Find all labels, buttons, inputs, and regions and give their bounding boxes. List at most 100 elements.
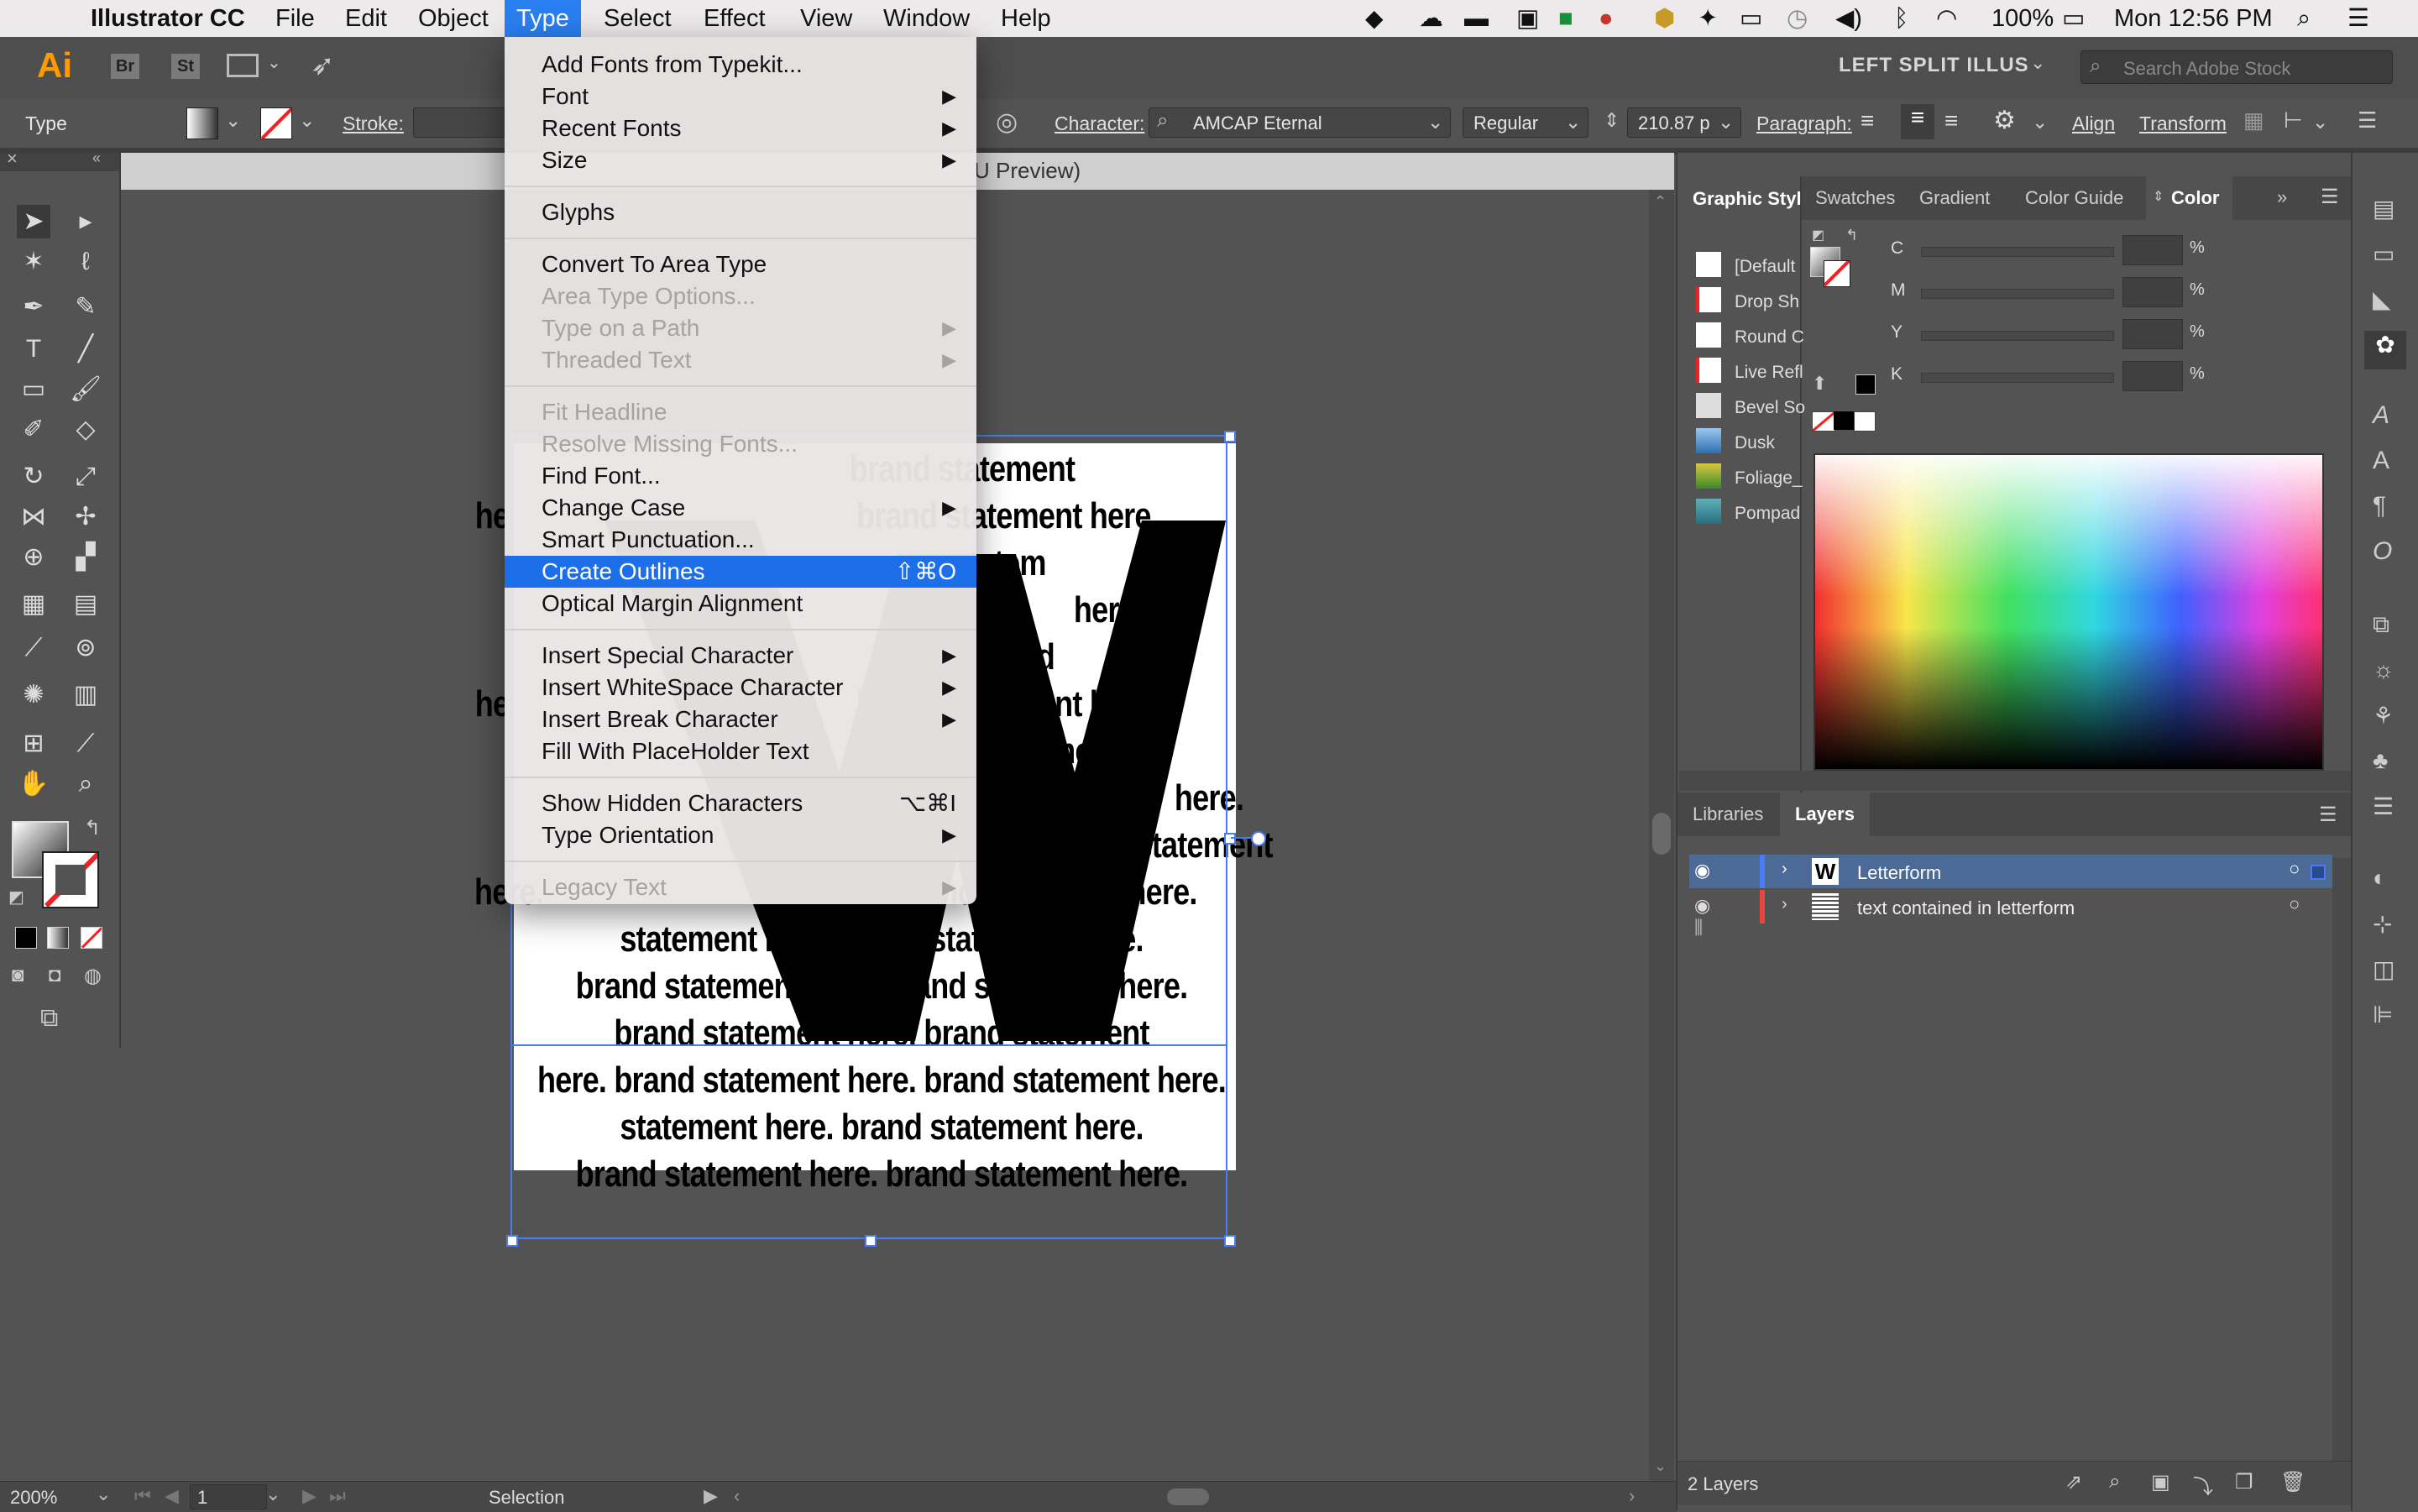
out-of-gamut-icon[interactable]: ⬆: [1812, 373, 1827, 395]
more-options-icon[interactable]: ⊢: [2284, 107, 2303, 133]
menu-item-add-fonts-from-typekit[interactable]: Add Fonts from Typekit...: [505, 49, 976, 81]
airplay-icon[interactable]: ▭: [1740, 4, 1762, 33]
width-tool-icon[interactable]: ⋈: [17, 500, 50, 534]
new-layer-icon[interactable]: ❐: [2235, 1470, 2253, 1494]
zoom-tool-icon[interactable]: ⌕: [69, 767, 102, 801]
rotation-handle[interactable]: [1251, 831, 1266, 846]
menu-item-insert-whitespace-character[interactable]: Insert WhiteSpace Character ▶: [505, 672, 976, 704]
menu-item-fill-with-placeholder-text[interactable]: Fill With PlaceHolder Text: [505, 735, 976, 767]
stroke-label[interactable]: Stroke:: [343, 112, 404, 135]
align-right-icon[interactable]: ≡: [1944, 107, 1958, 134]
value-field-y[interactable]: [2122, 319, 2183, 349]
font-style-chevron-icon[interactable]: ⌄: [1565, 111, 1581, 133]
clock[interactable]: Mon 12:56 PM: [2114, 4, 2273, 33]
selection-tool-icon[interactable]: ➤: [17, 205, 50, 238]
mesh-tool-icon[interactable]: ▦: [17, 588, 50, 621]
paragraph-label[interactable]: Paragraph:: [1756, 112, 1852, 135]
rotate-tool-icon[interactable]: ↻: [17, 460, 50, 494]
eraser-tool-icon[interactable]: ◇: [69, 413, 102, 447]
close-icon[interactable]: ×: [7, 148, 18, 170]
character-styles-icon[interactable]: A: [2373, 401, 2389, 430]
layer-name[interactable]: Letterform: [1857, 862, 1941, 884]
menu-edit[interactable]: Edit: [345, 4, 387, 33]
trash-icon[interactable]: 🗑: [2280, 1470, 2305, 1494]
align-left-icon[interactable]: ≡: [1861, 107, 1874, 134]
make-clipping-mask-icon[interactable]: ▣: [2151, 1470, 2170, 1494]
lock-icon[interactable]: ▣: [1516, 4, 1539, 33]
cloud-icon[interactable]: ☁: [1419, 4, 1443, 33]
evernote-elephant-icon[interactable]: ✦: [1698, 4, 1718, 33]
style-thumbnail[interactable]: [1696, 463, 1721, 489]
expand-chevron-icon[interactable]: ›: [1782, 860, 1787, 879]
next-artboard-icon[interactable]: ▶: [302, 1485, 317, 1507]
value-field-k[interactable]: [2122, 361, 2183, 391]
type-tool-icon[interactable]: T: [17, 332, 50, 366]
draw-behind-icon[interactable]: ◘: [49, 964, 61, 987]
menu-item-glyphs[interactable]: Glyphs: [505, 196, 976, 228]
style-thumbnail[interactable]: [1696, 393, 1721, 418]
menu-item-insert-break-character[interactable]: Insert Break Character ▶: [505, 704, 976, 735]
eyedropper-tool-icon[interactable]: ⟋: [17, 631, 50, 665]
draw-normal-icon[interactable]: ◙: [12, 964, 24, 987]
screen-mode-icon[interactable]: ⧉: [40, 1004, 58, 1033]
paragraph-icon[interactable]: ¶: [2373, 492, 2386, 521]
align-center-icon[interactable]: ≡: [1901, 104, 1934, 139]
fill-swatch[interactable]: [186, 107, 218, 139]
menu-type[interactable]: Type: [505, 0, 581, 37]
value-field-m[interactable]: [2122, 277, 2183, 307]
column-graph-tool-icon[interactable]: ▥: [69, 678, 102, 712]
bounding-handle[interactable]: [865, 1235, 877, 1247]
style-item[interactable]: Pompad: [1735, 504, 1800, 524]
menu-item-show-hidden-characters[interactable]: Show Hidden Characters ⌥⌘I: [505, 787, 976, 819]
layers-panel-menu-icon[interactable]: ☰: [2319, 803, 2337, 827]
style-item[interactable]: Foliage_: [1735, 468, 1803, 489]
brushes-icon[interactable]: ▭: [2373, 240, 2394, 268]
menu-item-recent-fonts[interactable]: Recent Fonts ▶: [505, 112, 976, 144]
font-family-chevron-icon[interactable]: ⌄: [1427, 111, 1443, 133]
artboards-icon[interactable]: ⧉: [2373, 611, 2389, 639]
blend-tool-icon[interactable]: ⊚: [69, 631, 102, 665]
gradient-mode-icon[interactable]: [47, 927, 69, 949]
selection-indicator[interactable]: [2311, 865, 2326, 880]
scroll-left-icon[interactable]: ‹: [734, 1485, 740, 1507]
style-thumbnail[interactable]: [1696, 287, 1721, 312]
color-spectrum[interactable]: [1814, 453, 2324, 771]
pen-tool-icon[interactable]: ✒: [17, 290, 50, 324]
default-fill-stroke-icon[interactable]: ◩: [1812, 227, 1824, 243]
layers-dock-icon[interactable]: ☰: [2373, 793, 2394, 820]
more-options-chevron-icon[interactable]: ⌄: [2312, 111, 2328, 133]
panel-resize-handle[interactable]: [1679, 771, 2358, 791]
tab-layers[interactable]: Layers: [1780, 793, 1870, 836]
wifi-icon[interactable]: ◠: [1936, 4, 1957, 33]
value-field-c[interactable]: [2122, 235, 2183, 265]
opentype-panel-icon[interactable]: O: [2373, 537, 2392, 566]
slider-c[interactable]: [1921, 247, 2114, 257]
font-family-field[interactable]: AMCAP Eternal: [1149, 107, 1451, 138]
dropbox-icon[interactable]: ◆: [1365, 4, 1384, 33]
target-icon[interactable]: ○: [2289, 893, 2300, 915]
bounding-handle[interactable]: [1224, 431, 1236, 442]
line-tool-icon[interactable]: ╱: [69, 332, 102, 366]
evernote-icon[interactable]: ■: [1558, 4, 1573, 33]
target-icon[interactable]: ○: [2289, 858, 2300, 880]
menu-item-find-font[interactable]: Find Font...: [505, 460, 976, 492]
menu-effect[interactable]: Effect: [704, 4, 766, 33]
workspace-chevron-icon[interactable]: ⌄: [2030, 52, 2045, 74]
menu-item-change-case[interactable]: Change Case ▶: [505, 492, 976, 524]
bounding-handle[interactable]: [1224, 1235, 1236, 1247]
swap-fill-stroke-icon[interactable]: ↰: [1845, 227, 1858, 244]
style-item[interactable]: Dusk: [1735, 433, 1775, 453]
transform-link[interactable]: Transform: [2139, 112, 2227, 135]
magic-wand-tool-icon[interactable]: ✶: [17, 245, 50, 279]
stroke-swatch[interactable]: [260, 107, 292, 139]
horizontal-scroll-thumb[interactable]: [1167, 1488, 1209, 1505]
align-link[interactable]: Align: [2072, 112, 2115, 135]
perspective-grid-tool-icon[interactable]: ▞: [69, 541, 102, 574]
tab-swatches[interactable]: Swatches: [1815, 176, 1895, 220]
style-thumbnail[interactable]: [1696, 428, 1721, 453]
menu-item-smart-punctuation[interactable]: Smart Punctuation...: [505, 524, 976, 556]
style-item[interactable]: [Default: [1735, 257, 1795, 277]
last-color-swatch[interactable]: [1855, 374, 1876, 395]
bounding-handle[interactable]: [1224, 833, 1236, 845]
none-swatch[interactable]: [1812, 411, 1835, 432]
